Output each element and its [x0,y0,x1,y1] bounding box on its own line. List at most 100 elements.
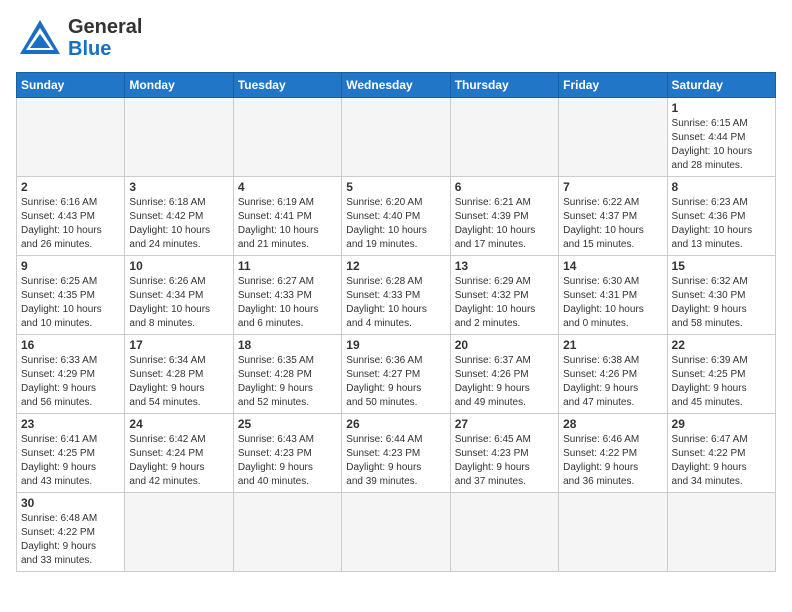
calendar-cell: 17 Sunrise: 6:34 AM Sunset: 4:28 PM Dayli… [125,335,233,414]
day-info: Sunrise: 6:25 AM Sunset: 4:35 PM Dayligh… [21,275,120,331]
calendar-cell: 21Sunrise: 6:38 AM Sunset: 4:26 PM Dayli… [559,335,667,414]
weekday-header-saturday: Saturday [667,73,775,98]
calendar-cell: 18Sunrise: 6:35 AM Sunset: 4:28 PM Dayli… [233,335,341,414]
day-info: Sunrise: 6:38 AM Sunset: 4:26 PM Dayligh… [563,354,662,410]
calendar-cell: 24Sunrise: 6:42 AM Sunset: 4:24 PM Dayli… [125,414,233,493]
calendar-cell: 13 Sunrise: 6:29 AM Sunset: 4:32 PM Dayli… [450,256,558,335]
calendar-cell: 23 Sunrise: 6:41 AM Sunset: 4:25 PM Dayli… [17,414,125,493]
calendar-cell: 3 Sunrise: 6:18 AM Sunset: 4:42 PM Daylig… [125,177,233,256]
calendar-cell [342,98,450,177]
day-number: 29 [672,417,771,431]
day-info: Sunrise: 6:18 AM Sunset: 4:42 PM Dayligh… [129,196,228,252]
calendar-week-4: 23 Sunrise: 6:41 AM Sunset: 4:25 PM Dayli… [17,414,776,493]
logo-text: General Blue [68,16,142,60]
day-info: Sunrise: 6:26 AM Sunset: 4:34 PM Dayligh… [129,275,228,331]
calendar-week-3: 16 Sunrise: 6:33 AM Sunset: 4:29 PM Dayli… [17,335,776,414]
weekday-header-monday: Monday [125,73,233,98]
calendar-cell: 5 Sunrise: 6:20 AM Sunset: 4:40 PM Daylig… [342,177,450,256]
day-info: Sunrise: 6:28 AM Sunset: 4:33 PM Dayligh… [346,275,445,331]
calendar-cell [667,493,775,572]
day-number: 20 [455,338,554,352]
day-number: 17 [129,338,228,352]
calendar-cell [559,493,667,572]
calendar-cell: 8 Sunrise: 6:23 AM Sunset: 4:36 PM Daylig… [667,177,775,256]
calendar-week-2: 9 Sunrise: 6:25 AM Sunset: 4:35 PM Daylig… [17,256,776,335]
weekday-header-tuesday: Tuesday [233,73,341,98]
day-info: Sunrise: 6:32 AM Sunset: 4:30 PM Dayligh… [672,275,771,331]
day-number: 24 [129,417,228,431]
calendar-cell [233,493,341,572]
calendar-cell: 28Sunrise: 6:46 AM Sunset: 4:22 PM Dayli… [559,414,667,493]
day-number: 3 [129,180,228,194]
day-number: 12 [346,259,445,273]
calendar-cell: 15 Sunrise: 6:32 AM Sunset: 4:30 PM Dayli… [667,256,775,335]
day-number: 11 [238,259,337,273]
day-info: Sunrise: 6:29 AM Sunset: 4:32 PM Dayligh… [455,275,554,331]
calendar-week-5: 30Sunrise: 6:48 AM Sunset: 4:22 PM Dayli… [17,493,776,572]
day-number: 5 [346,180,445,194]
day-info: Sunrise: 6:15 AM Sunset: 4:44 PM Dayligh… [672,117,771,173]
day-number: 16 [21,338,120,352]
day-number: 8 [672,180,771,194]
calendar-week-0: 1 Sunrise: 6:15 AM Sunset: 4:44 PM Daylig… [17,98,776,177]
calendar-cell: 14Sunrise: 6:30 AM Sunset: 4:31 PM Dayli… [559,256,667,335]
day-number: 15 [672,259,771,273]
day-info: Sunrise: 6:41 AM Sunset: 4:25 PM Dayligh… [21,433,120,489]
calendar-cell: 30Sunrise: 6:48 AM Sunset: 4:22 PM Dayli… [17,493,125,572]
calendar-cell [450,98,558,177]
calendar-cell [125,98,233,177]
calendar-cell: 4 Sunrise: 6:19 AM Sunset: 4:41 PM Daylig… [233,177,341,256]
day-number: 2 [21,180,120,194]
calendar-cell: 22 Sunrise: 6:39 AM Sunset: 4:25 PM Dayli… [667,335,775,414]
calendar-cell [233,98,341,177]
weekday-header-sunday: Sunday [17,73,125,98]
day-number: 6 [455,180,554,194]
weekday-header-thursday: Thursday [450,73,558,98]
calendar: SundayMondayTuesdayWednesdayThursdayFrid… [16,72,776,572]
calendar-cell: 12 Sunrise: 6:28 AM Sunset: 4:33 PM Dayli… [342,256,450,335]
day-info: Sunrise: 6:27 AM Sunset: 4:33 PM Dayligh… [238,275,337,331]
calendar-cell: 19Sunrise: 6:36 AM Sunset: 4:27 PM Dayli… [342,335,450,414]
calendar-cell: 25Sunrise: 6:43 AM Sunset: 4:23 PM Dayli… [233,414,341,493]
day-number: 13 [455,259,554,273]
day-number: 23 [21,417,120,431]
calendar-cell [125,493,233,572]
calendar-cell: 10 Sunrise: 6:26 AM Sunset: 4:34 PM Dayli… [125,256,233,335]
day-info: Sunrise: 6:37 AM Sunset: 4:26 PM Dayligh… [455,354,554,410]
calendar-cell: 16 Sunrise: 6:33 AM Sunset: 4:29 PM Dayli… [17,335,125,414]
day-info: Sunrise: 6:36 AM Sunset: 4:27 PM Dayligh… [346,354,445,410]
calendar-cell: 6 Sunrise: 6:21 AM Sunset: 4:39 PM Daylig… [450,177,558,256]
day-info: Sunrise: 6:48 AM Sunset: 4:22 PM Dayligh… [21,512,120,568]
day-info: Sunrise: 6:46 AM Sunset: 4:22 PM Dayligh… [563,433,662,489]
logo: General Blue [16,16,142,60]
day-info: Sunrise: 6:33 AM Sunset: 4:29 PM Dayligh… [21,354,120,410]
header: General Blue [16,16,776,60]
weekday-header-row: SundayMondayTuesdayWednesdayThursdayFrid… [17,73,776,98]
day-number: 7 [563,180,662,194]
day-number: 10 [129,259,228,273]
calendar-cell: 2 Sunrise: 6:16 AM Sunset: 4:43 PM Daylig… [17,177,125,256]
day-number: 9 [21,259,120,273]
day-number: 1 [672,101,771,115]
day-info: Sunrise: 6:22 AM Sunset: 4:37 PM Dayligh… [563,196,662,252]
calendar-cell [17,98,125,177]
day-info: Sunrise: 6:45 AM Sunset: 4:23 PM Dayligh… [455,433,554,489]
day-info: Sunrise: 6:44 AM Sunset: 4:23 PM Dayligh… [346,433,445,489]
day-info: Sunrise: 6:35 AM Sunset: 4:28 PM Dayligh… [238,354,337,410]
day-info: Sunrise: 6:23 AM Sunset: 4:36 PM Dayligh… [672,196,771,252]
day-number: 26 [346,417,445,431]
day-info: Sunrise: 6:47 AM Sunset: 4:22 PM Dayligh… [672,433,771,489]
logo-icon [16,18,64,58]
day-number: 27 [455,417,554,431]
day-info: Sunrise: 6:19 AM Sunset: 4:41 PM Dayligh… [238,196,337,252]
calendar-cell: 9 Sunrise: 6:25 AM Sunset: 4:35 PM Daylig… [17,256,125,335]
day-number: 14 [563,259,662,273]
day-info: Sunrise: 6:16 AM Sunset: 4:43 PM Dayligh… [21,196,120,252]
day-info: Sunrise: 6:34 AM Sunset: 4:28 PM Dayligh… [129,354,228,410]
day-info: Sunrise: 6:20 AM Sunset: 4:40 PM Dayligh… [346,196,445,252]
day-number: 4 [238,180,337,194]
day-info: Sunrise: 6:21 AM Sunset: 4:39 PM Dayligh… [455,196,554,252]
calendar-cell [450,493,558,572]
day-info: Sunrise: 6:39 AM Sunset: 4:25 PM Dayligh… [672,354,771,410]
day-number: 22 [672,338,771,352]
